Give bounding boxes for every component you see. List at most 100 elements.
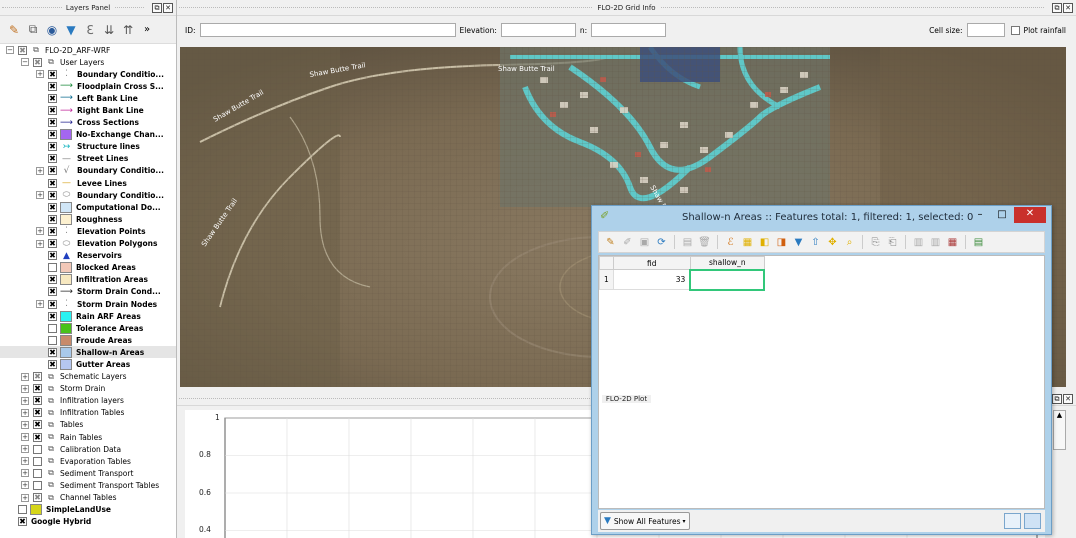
toggle-editing-icon[interactable]: ✎ — [603, 235, 618, 250]
maximize-button[interactable]: □ — [992, 208, 1012, 223]
copy-icon[interactable]: ⎘ — [868, 235, 883, 250]
plot-scrollbar[interactable]: ▲ — [1053, 410, 1066, 450]
layer-tree-item[interactable]: ✖ Computational Do... — [0, 201, 176, 213]
expand-icon[interactable]: + — [21, 372, 29, 381]
layer-visibility-checkbox[interactable] — [33, 480, 42, 490]
layer-visibility-checkbox[interactable]: ✖ — [48, 287, 57, 297]
layer-visibility-checkbox[interactable]: ✖ — [48, 214, 57, 224]
elevation-field[interactable] — [500, 23, 576, 37]
layer-tree-item[interactable]: + ✖ √ Boundary Conditio... — [0, 165, 176, 177]
layer-tree-item[interactable]: + ✖ ⧉ Rain Tables — [0, 431, 176, 443]
pan-to-selection-icon[interactable]: ✥ — [825, 235, 840, 250]
layer-tree-item[interactable]: ✖ No-Exchange Chan... — [0, 129, 176, 141]
close-icon[interactable]: ✕ — [163, 3, 173, 13]
layer-tree-item[interactable]: + ✖ ⧉ Schematic Layers — [0, 371, 176, 383]
layer-tree-item[interactable]: + ✖ ⧉ Channel Tables — [0, 491, 176, 503]
layer-visibility-checkbox[interactable] — [18, 505, 27, 515]
layer-visibility-checkbox[interactable]: ✖ — [48, 118, 57, 128]
layer-tree-item[interactable]: ✖ ⟶ Cross Sections — [0, 117, 176, 129]
layer-tree-item[interactable]: + ✖ ⬭ Boundary Conditio... — [0, 189, 176, 201]
layer-tree-item[interactable]: + ⧉ Sediment Transport — [0, 467, 176, 479]
new-field-icon[interactable]: ▥ — [911, 235, 926, 250]
save-edits-icon[interactable]: ▣ — [637, 235, 652, 250]
row-number[interactable]: 1 — [599, 269, 614, 290]
layer-visibility-checkbox[interactable] — [48, 323, 57, 333]
deselect-all-icon[interactable]: ◨ — [774, 235, 789, 250]
visibility-eye-icon[interactable]: ◉ — [44, 22, 60, 38]
layer-visibility-checkbox[interactable]: ✖ — [48, 166, 57, 176]
layer-tree-item[interactable]: + ✖ ⧉ Tables — [0, 419, 176, 431]
id-field[interactable] — [199, 23, 456, 37]
move-selection-top-icon[interactable]: ⇧ — [808, 235, 823, 250]
layer-visibility-checkbox[interactable]: ✖ — [33, 384, 42, 394]
layer-visibility-checkbox[interactable]: ✖ — [48, 142, 57, 152]
layer-visibility-checkbox[interactable]: ✖ — [33, 396, 42, 406]
layer-tree-item[interactable]: ✖ ↣ Structure lines — [0, 141, 176, 153]
layer-visibility-checkbox[interactable]: ✖ — [48, 154, 57, 164]
layer-visibility-checkbox[interactable]: ✖ — [33, 57, 42, 67]
layer-visibility-checkbox[interactable]: ✖ — [48, 69, 57, 79]
expand-icon[interactable]: + — [21, 493, 29, 502]
layer-visibility-checkbox[interactable]: ✖ — [33, 420, 42, 430]
layer-visibility-checkbox[interactable]: ✖ — [48, 239, 57, 249]
layer-visibility-checkbox[interactable]: ✖ — [48, 311, 57, 321]
layer-visibility-checkbox[interactable]: ✖ — [48, 226, 57, 236]
invert-selection-icon[interactable]: ◧ — [757, 235, 772, 250]
expand-icon[interactable]: + — [21, 396, 29, 405]
layer-tree-item[interactable]: Blocked Areas — [0, 262, 176, 274]
reload-icon[interactable]: ⟳ — [654, 235, 669, 250]
layer-tree-item[interactable]: ✖ ⟶ Storm Drain Cond... — [0, 286, 176, 298]
layer-visibility-checkbox[interactable]: ✖ — [33, 432, 42, 442]
layer-visibility-checkbox[interactable]: ✖ — [48, 275, 57, 285]
expand-all-icon[interactable]: ⇊ — [101, 22, 117, 38]
layer-tree-item[interactable]: ✖ — Levee Lines — [0, 177, 176, 189]
layer-tree-item[interactable]: + ✖ ⧉ Infiltration Tables — [0, 407, 176, 419]
attribute-table-titlebar[interactable]: ✐ Shallow-n Areas :: Features total: 1, … — [592, 206, 1051, 228]
plot-rainfall-checkbox[interactable] — [1010, 25, 1020, 35]
layer-visibility-checkbox[interactable]: ✖ — [48, 347, 57, 357]
layer-visibility-checkbox[interactable]: ✖ — [33, 372, 42, 382]
expand-icon[interactable]: + — [21, 457, 29, 466]
expand-icon[interactable]: + — [21, 433, 29, 442]
layer-tree-item[interactable]: SimpleLandUse — [0, 504, 176, 516]
column-header-fid[interactable]: fid — [612, 256, 691, 270]
paste-icon[interactable]: ⎗ — [885, 235, 900, 250]
layer-tree-item[interactable]: ✖ Shallow-n Areas — [0, 346, 176, 359]
layer-tree-item[interactable]: ✖ ⟶ Floodplain Cross S... — [0, 80, 176, 92]
layer-visibility-checkbox[interactable]: ✖ — [48, 202, 57, 212]
layer-tree-item[interactable]: ✖ — Street Lines — [0, 153, 176, 165]
layer-tree-item[interactable]: + ✖ ⬭ Elevation Polygons — [0, 238, 176, 250]
minimize-button[interactable]: – — [970, 208, 990, 223]
close-icon[interactable]: ✕ — [1063, 394, 1073, 404]
cell-fid[interactable]: 33 — [612, 269, 691, 290]
layer-visibility-checkbox[interactable]: ✖ — [48, 106, 57, 116]
expand-icon[interactable]: + — [21, 481, 29, 490]
layer-tree-item[interactable]: + ⧉ Evaporation Tables — [0, 455, 176, 467]
table-row[interactable]: 1 33 — [599, 268, 766, 291]
conditional-formatting-icon[interactable]: ▤ — [971, 235, 986, 250]
layer-tree-item[interactable]: + ✖ ⧉ Infiltration layers — [0, 395, 176, 407]
layer-tree-item[interactable]: + ✖ ⧉ Storm Drain — [0, 383, 176, 395]
expand-icon[interactable]: + — [36, 166, 44, 175]
expand-icon[interactable]: + — [36, 70, 44, 79]
layer-tree-item[interactable]: ✖ Infiltration Areas — [0, 274, 176, 286]
add-group-icon[interactable]: ⧉ — [25, 22, 41, 38]
layer-visibility-checkbox[interactable]: ✖ — [48, 299, 57, 309]
expand-icon[interactable]: + — [36, 239, 44, 248]
table-view-button[interactable] — [1024, 513, 1041, 529]
float-icon[interactable]: ⧉ — [1052, 3, 1062, 13]
layer-visibility-checkbox[interactable]: ✖ — [48, 178, 57, 188]
expand-icon[interactable]: + — [21, 469, 29, 478]
float-icon[interactable]: ⧉ — [1052, 394, 1062, 404]
layer-visibility-checkbox[interactable]: ✖ — [18, 517, 27, 527]
layer-visibility-checkbox[interactable]: ✖ — [33, 408, 42, 418]
layer-tree-item[interactable]: ✖ Rain ARF Areas — [0, 310, 176, 322]
layer-visibility-checkbox[interactable] — [33, 468, 42, 478]
filter-icon[interactable]: ▼ — [63, 22, 79, 38]
collapse-icon[interactable]: − — [6, 46, 14, 55]
show-all-features-button[interactable]: ▼ Show All Features ▾ — [600, 512, 690, 530]
n-field[interactable] — [591, 23, 667, 37]
layer-visibility-checkbox[interactable]: ✖ — [48, 190, 57, 200]
filter-select-icon[interactable]: ▼ — [791, 235, 806, 250]
layer-tree-item[interactable]: + ✖ ⁚ Elevation Points — [0, 225, 176, 237]
